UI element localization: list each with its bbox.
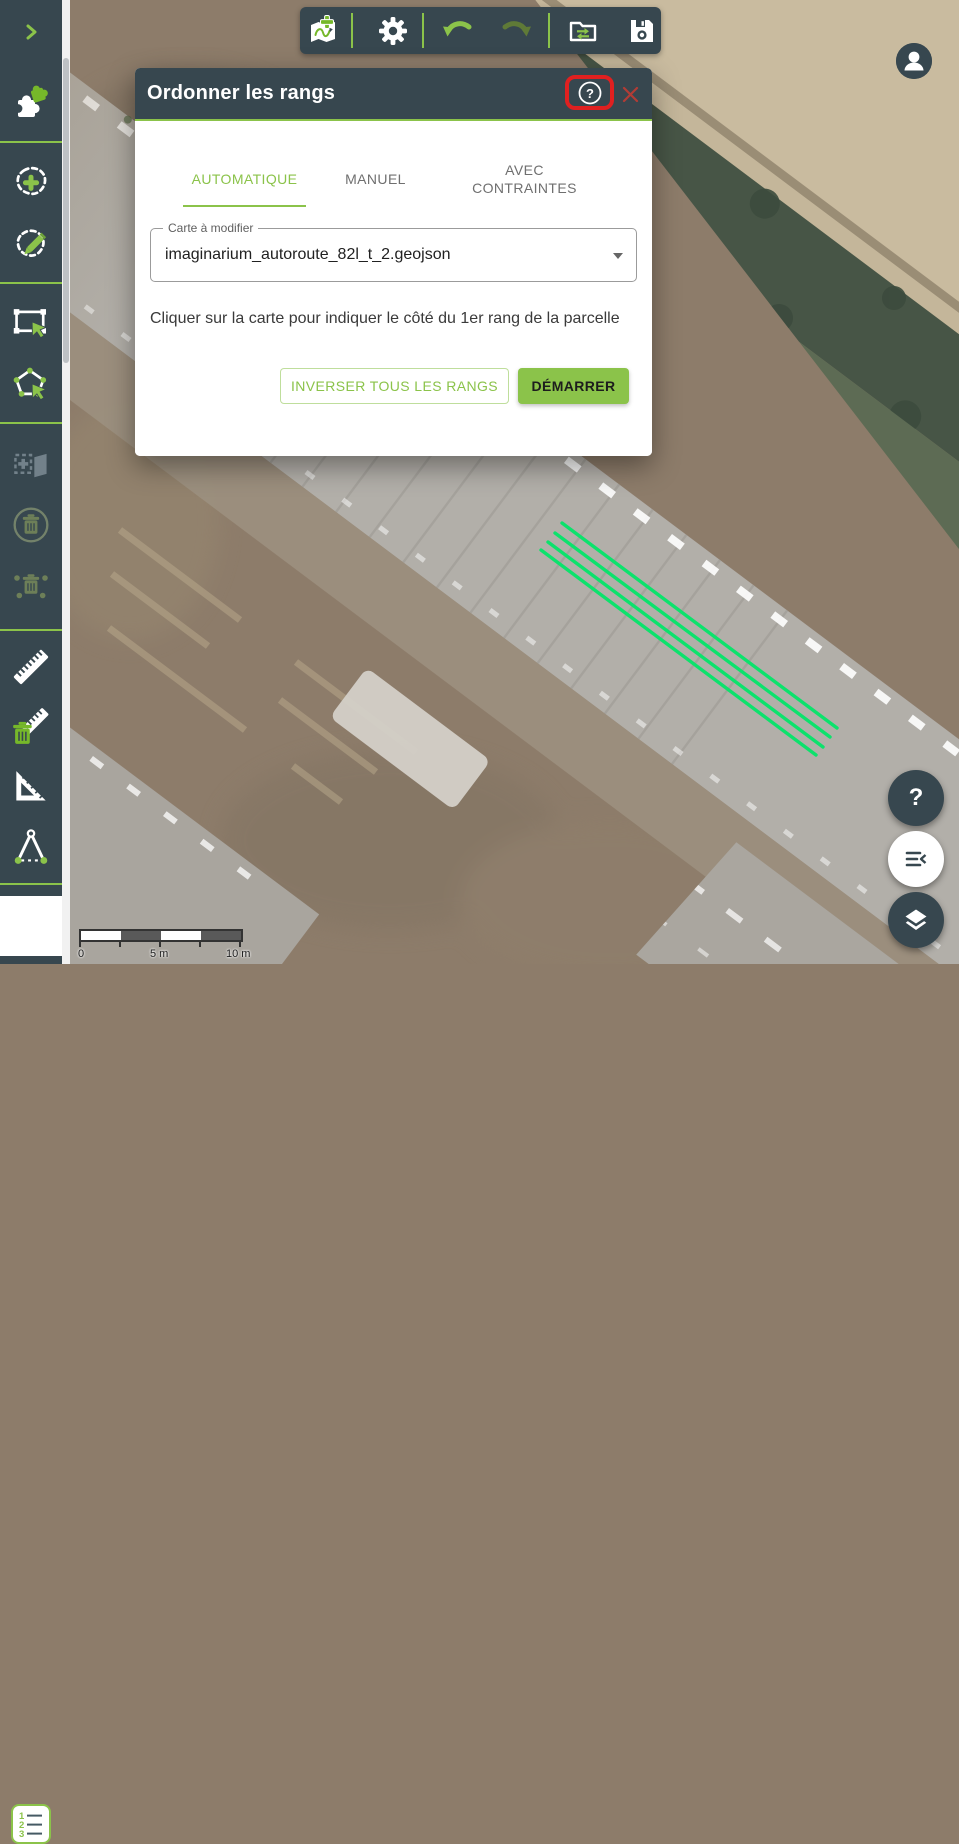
select-polygon-button[interactable] [9,363,53,407]
add-part-icon [11,445,51,485]
map-toolbar [300,7,661,54]
invert-all-rows-button[interactable]: INVERSER TOUS LES RANGS [280,368,509,404]
undo-button[interactable] [435,9,479,53]
delete-measure-button[interactable] [9,706,53,750]
dialog-title: Ordonner les rangs [147,82,335,105]
delete-points-button [9,563,53,607]
tutorial-highlight-ring: ? [565,75,614,110]
menu-open-icon [903,846,929,872]
start-button[interactable]: DÉMARRER [518,368,629,404]
dialog-body: AUTOMATIQUE MANUEL AVEC CONTRAINTES Cart… [135,121,652,456]
draw-polygon-button[interactable] [9,161,53,205]
measure-ruler-button[interactable] [9,645,53,689]
order-rows-dialog: Ordonner les rangs ? AUTOMATIQUE MANUEL … [135,68,652,456]
sidebar-scrollbar-thumb[interactable] [63,58,69,363]
map-to-edit-select[interactable]: Carte à modifier imaginarium_autoroute_8… [150,228,637,282]
dialog-tabs: AUTOMATIQUE MANUEL AVEC CONTRAINTES [179,150,608,207]
dialog-header: Ordonner les rangs ? [135,68,652,119]
scale-label-0: 0 [78,948,84,960]
new-map-button[interactable] [301,9,345,53]
delete-selection-button [9,503,53,547]
delete-points-icon [10,564,52,606]
select-rectangle-icon [11,303,51,343]
compass-measure-icon [9,825,53,869]
gear-icon [377,15,409,47]
new-map-plus-icon [306,14,340,48]
save-floppy-icon [626,15,658,47]
delete-measure-icon [9,706,53,750]
delete-trash-circle-icon [10,504,52,546]
person-icon [896,43,932,79]
save-button[interactable] [620,9,664,53]
layers-icon [902,906,930,934]
chevron-right-icon [20,21,42,43]
tab-avec-contraintes[interactable]: AVEC CONTRAINTES [441,150,608,207]
set-square-button[interactable] [9,765,53,809]
tab-automatique[interactable]: AUTOMATIQUE [179,150,310,207]
question-mark-icon: ? [909,784,924,812]
user-avatar[interactable] [896,43,932,79]
dialog-close-button[interactable] [621,85,639,103]
dialog-helper-text: Cliquer sur la carte pour indiquer le cô… [150,310,620,328]
redo-icon [500,14,534,48]
edit-polygon-button[interactable] [9,223,53,267]
plugins-button[interactable] [9,81,53,125]
select-rectangle-button[interactable] [9,301,53,345]
settings-button[interactable] [371,9,415,53]
tab-manuel[interactable]: MANUEL [310,150,441,207]
sidebar-scrollbar[interactable] [62,0,70,964]
layers-fab[interactable] [888,892,944,948]
order-rows-numbered-list-icon: 123 [16,1809,46,1839]
svg-text:?: ? [586,86,594,101]
file-exchange-folder-icon [566,14,600,48]
measure-ruler-icon [9,645,53,689]
collapse-menu-fab[interactable] [888,831,944,887]
redo-button [495,9,539,53]
map-scale-bar: 0 5 m 10 m [78,926,253,960]
sidebar-expand-button[interactable] [9,10,53,54]
help-circle-icon[interactable]: ? [577,80,603,106]
scale-label-5m: 5 m [150,948,168,960]
map-select-value: imaginarium_autoroute_82l_t_2.geojson [165,229,451,281]
close-icon [622,86,639,103]
draw-polygon-add-icon [12,164,50,202]
add-part-button [9,443,53,487]
select-polygon-icon [11,365,51,405]
svg-text:3: 3 [19,1829,24,1839]
compass-measure-button[interactable] [9,825,53,869]
set-square-icon [9,765,53,809]
help-fab[interactable]: ? [888,770,944,826]
scale-label-10m: 10 m [226,948,250,960]
file-exchange-button[interactable] [561,9,605,53]
undo-icon [440,14,474,48]
puzzle-icon [11,83,51,123]
tool-sidebar: 123 [0,0,62,964]
order-rows-tool-button[interactable]: 123 [11,1804,51,1844]
chevron-down-icon [613,253,623,259]
edit-polygon-pencil-icon [12,226,50,264]
